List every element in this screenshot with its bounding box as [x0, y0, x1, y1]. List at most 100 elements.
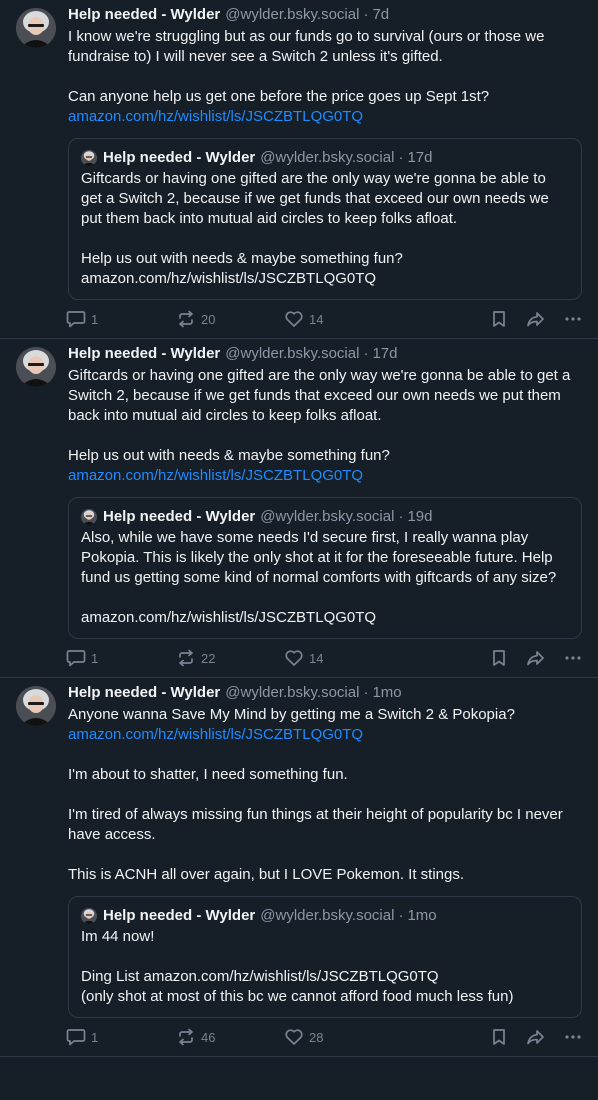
- post-time[interactable]: 19d: [407, 508, 432, 526]
- repost-count: 20: [201, 311, 216, 327]
- wishlist-link[interactable]: amazon.com/hz/wishlist/ls/JSCZBTLQG0TQ: [68, 107, 582, 127]
- like-button[interactable]: 14: [284, 649, 384, 667]
- post-paragraph: Im 44 now!: [81, 928, 155, 945]
- post-time[interactable]: 17d: [407, 149, 432, 167]
- separator-dot: ·: [398, 149, 404, 166]
- post[interactable]: Help needed - Wylder @wylder.bsky.social…: [0, 678, 598, 1057]
- post-paragraph: I'm about to shatter, I need something f…: [68, 766, 348, 783]
- post[interactable]: Help needed - Wylder @wylder.bsky.social…: [0, 339, 598, 678]
- feed: Help needed - Wylder @wylder.bsky.social…: [0, 0, 598, 1057]
- more-options-button[interactable]: [564, 1028, 582, 1046]
- author-handle[interactable]: @wylder.bsky.social: [260, 149, 394, 167]
- post-paragraph: Giftcards or having one gifted are the o…: [68, 367, 571, 424]
- post-header: Help needed - Wylder @wylder.bsky.social…: [68, 684, 582, 702]
- bookmark-button[interactable]: [490, 649, 508, 667]
- like-button[interactable]: 14: [284, 310, 384, 328]
- reply-count: 1: [91, 311, 99, 327]
- avatar[interactable]: [16, 686, 56, 726]
- bookmark-button[interactable]: [490, 1028, 508, 1046]
- repost-count: 22: [201, 650, 216, 666]
- post-body: I know we're struggling but as our funds…: [68, 27, 582, 127]
- post-time[interactable]: 1mo: [407, 907, 436, 925]
- quote-post[interactable]: Help needed - Wylder @wylder.bsky.social…: [68, 138, 582, 300]
- post-paragraph: Can anyone help us get one before the pr…: [68, 88, 490, 105]
- post-time[interactable]: 7d: [372, 6, 389, 24]
- ellipsis-icon: [564, 310, 582, 328]
- author-handle[interactable]: @wylder.bsky.social: [225, 6, 359, 24]
- author-handle[interactable]: @wylder.bsky.social: [225, 345, 359, 363]
- bookmark-icon: [490, 310, 508, 328]
- author-name[interactable]: Help needed - Wylder: [68, 6, 220, 24]
- quote-avatar[interactable]: [81, 509, 97, 525]
- wishlist-link[interactable]: amazon.com/hz/wishlist/ls/JSCZBTLQG0TQ: [68, 466, 582, 486]
- quote-header: Help needed - Wylder @wylder.bsky.social…: [81, 149, 569, 167]
- share-button[interactable]: [526, 649, 546, 667]
- repost-button[interactable]: 22: [176, 649, 284, 667]
- like-count: 14: [309, 311, 324, 327]
- more-options-button[interactable]: [564, 310, 582, 328]
- avatar[interactable]: [16, 8, 56, 48]
- post-paragraph: Giftcards or having one gifted are the o…: [81, 170, 549, 227]
- post-paragraph: This is ACNH all over again, but I LOVE …: [68, 866, 465, 883]
- post-paragraph: I know we're struggling but as our funds…: [68, 28, 545, 65]
- author-name[interactable]: Help needed - Wylder: [103, 149, 255, 167]
- wishlist-link[interactable]: amazon.com/hz/wishlist/ls/JSCZBTLQG0TQ: [68, 725, 582, 745]
- quote-avatar[interactable]: [81, 908, 97, 924]
- speech-bubble-icon: [66, 649, 86, 667]
- separator-dot: ·: [398, 508, 404, 525]
- reply-button[interactable]: 1: [66, 310, 176, 328]
- separator-dot: ·: [363, 6, 369, 23]
- share-button[interactable]: [526, 1028, 546, 1046]
- repost-arrows-icon: [176, 1028, 196, 1046]
- share-button[interactable]: [526, 310, 546, 328]
- post-time[interactable]: 1mo: [372, 684, 401, 702]
- avatar[interactable]: [16, 347, 56, 387]
- post-actions: 1 20 14: [66, 300, 582, 338]
- reply-count: 1: [91, 1029, 99, 1045]
- ellipsis-icon: [564, 649, 582, 667]
- quote-avatar[interactable]: [81, 150, 97, 166]
- post-paragraph: Help us out with needs & maybe something…: [68, 447, 390, 464]
- speech-bubble-icon: [66, 310, 86, 328]
- author-name[interactable]: Help needed - Wylder: [68, 345, 220, 363]
- like-button[interactable]: 28: [284, 1028, 384, 1046]
- quote-post[interactable]: Help needed - Wylder @wylder.bsky.social…: [68, 497, 582, 639]
- author-handle[interactable]: @wylder.bsky.social: [225, 684, 359, 702]
- quote-header: Help needed - Wylder @wylder.bsky.social…: [81, 907, 569, 925]
- share-arrow-icon: [526, 649, 546, 667]
- separator-dot: ·: [398, 907, 404, 924]
- post-time[interactable]: 17d: [372, 345, 397, 363]
- author-handle[interactable]: @wylder.bsky.social: [260, 907, 394, 925]
- reply-button[interactable]: 1: [66, 649, 176, 667]
- bookmark-icon: [490, 1028, 508, 1046]
- repost-count: 46: [201, 1029, 216, 1045]
- share-arrow-icon: [526, 310, 546, 328]
- quote-body: Im 44 now! Ding List amazon.com/hz/wishli…: [81, 927, 569, 1007]
- heart-icon: [284, 649, 304, 667]
- quote-post[interactable]: Help needed - Wylder @wylder.bsky.social…: [68, 896, 582, 1018]
- repost-button[interactable]: 46: [176, 1028, 284, 1046]
- post-paragraph: Help us out with needs & maybe something…: [81, 250, 403, 287]
- bookmark-button[interactable]: [490, 310, 508, 328]
- post-header: Help needed - Wylder @wylder.bsky.social…: [68, 345, 582, 363]
- speech-bubble-icon: [66, 1028, 86, 1046]
- reply-button[interactable]: 1: [66, 1028, 176, 1046]
- author-handle[interactable]: @wylder.bsky.social: [260, 508, 394, 526]
- author-name[interactable]: Help needed - Wylder: [103, 508, 255, 526]
- bookmark-icon: [490, 649, 508, 667]
- repost-button[interactable]: 20: [176, 310, 284, 328]
- post[interactable]: Help needed - Wylder @wylder.bsky.social…: [0, 0, 598, 339]
- author-name[interactable]: Help needed - Wylder: [68, 684, 220, 702]
- author-name[interactable]: Help needed - Wylder: [103, 907, 255, 925]
- more-options-button[interactable]: [564, 649, 582, 667]
- quote-body: Also, while we have some needs I'd secur…: [81, 528, 569, 628]
- post-body: Anyone wanna Save My Mind by getting me …: [68, 705, 582, 885]
- post-header: Help needed - Wylder @wylder.bsky.social…: [68, 6, 582, 24]
- separator-dot: ·: [363, 684, 369, 701]
- reply-count: 1: [91, 650, 99, 666]
